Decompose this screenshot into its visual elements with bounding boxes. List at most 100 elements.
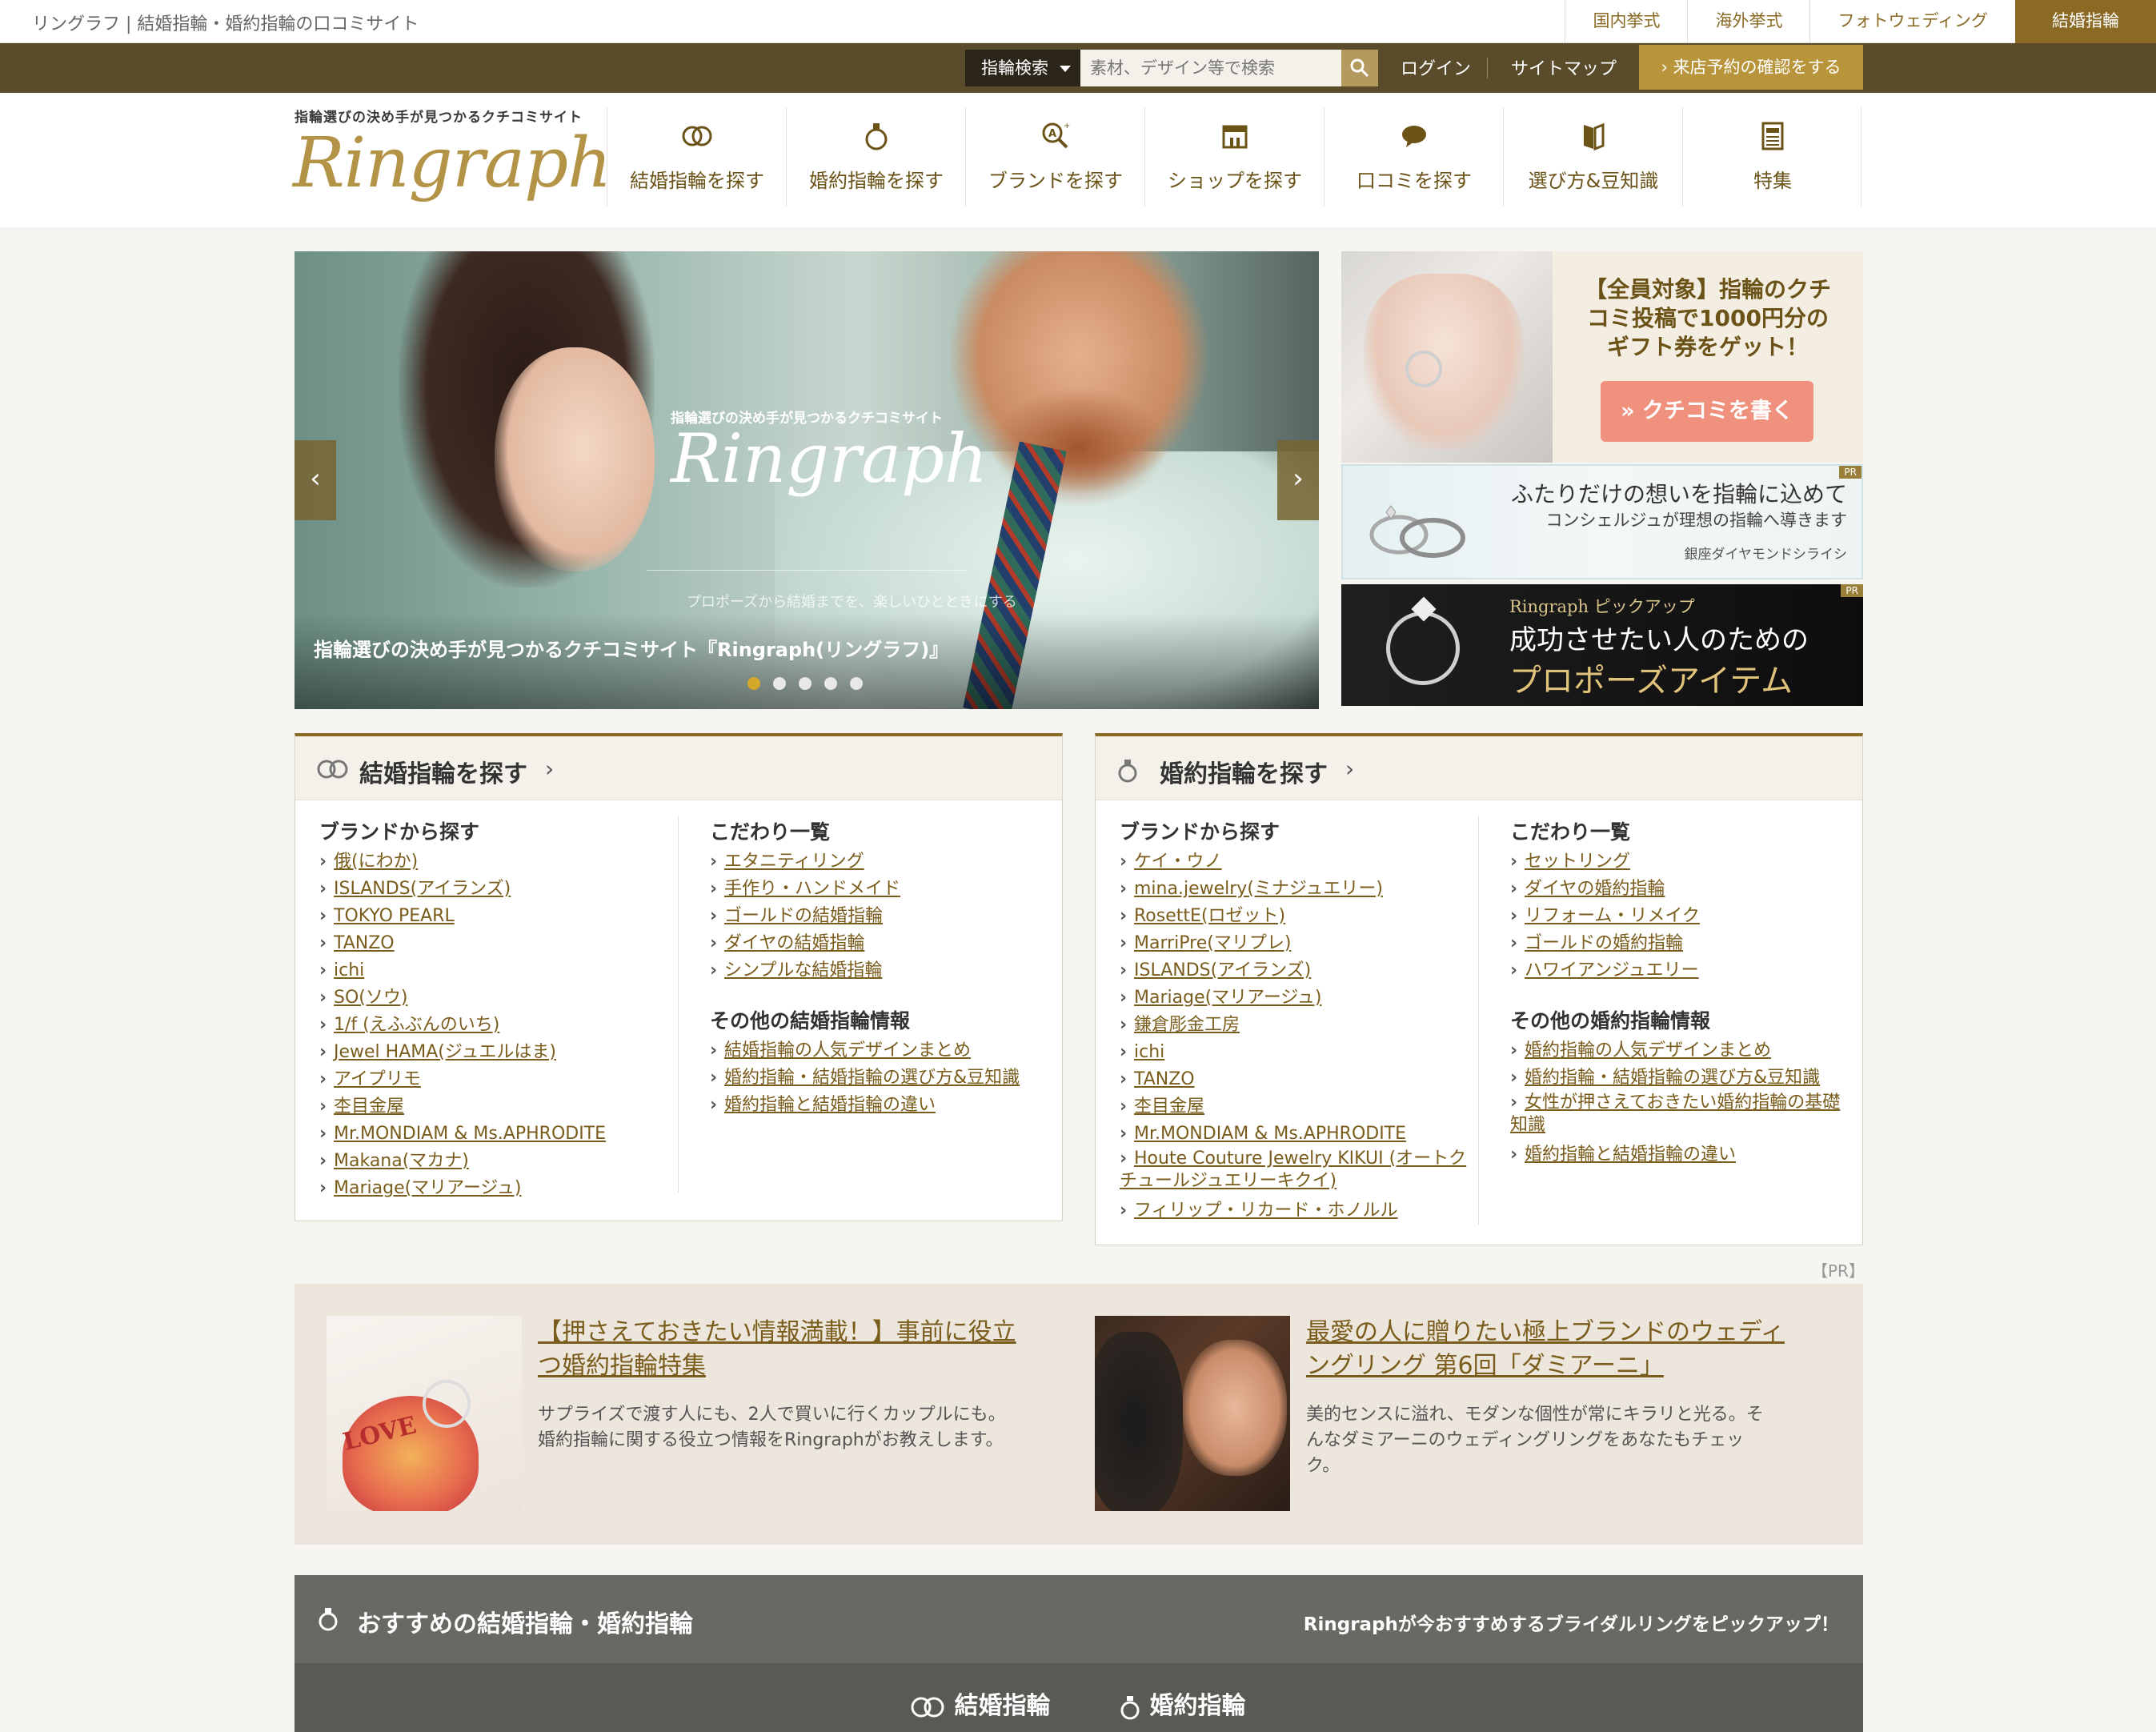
box-title: 婚約指輪を探す [1160, 760, 1328, 788]
nav-guide[interactable]: 選び方&豆知識 [1503, 107, 1682, 206]
login-link[interactable]: ログイン [1401, 54, 1471, 80]
toplink-domestic-wedding[interactable]: 国内挙式 [1565, 0, 1687, 43]
feature-title[interactable]: 最愛の人に贈りたい極上ブランドのウェディ ングリング 第6回「ダミアーニ」 [1306, 1316, 1834, 1383]
list-link[interactable]: SO(ソウ) [319, 984, 606, 1012]
list-link[interactable]: 手作り・ハンドメイド [710, 876, 1020, 903]
feature-title[interactable]: 【押さえておきたい情報満載！】事前に役立 つ婚約指輪特集 [538, 1316, 1066, 1383]
title-line: 最愛の人に贈りたい極上ブランドのウェディ [1306, 1318, 1785, 1346]
feature-image-love-heart[interactable]: LOVE [327, 1316, 522, 1511]
list-link[interactable]: TOKYO PEARL [319, 903, 606, 930]
title-line: ングリング 第6回「ダミアーニ」 [1306, 1352, 1664, 1380]
nav-brands[interactable]: A + ブランドを探す [965, 107, 1144, 206]
list-link[interactable]: 婚約指輪と結婚指輪の違い [710, 1092, 1020, 1119]
box-header[interactable]: 結婚指輪を探す › [295, 736, 1062, 800]
slider-dot[interactable] [747, 677, 760, 690]
nav-engagement-rings[interactable]: 婚約指輪を探す [786, 107, 965, 206]
list-link[interactable]: ISLANDS(アイランズ) [1120, 957, 1472, 984]
desc-line: サプライズで渡す人にも、2人で買いに行くカップルにも。 [538, 1405, 1006, 1425]
sitemap-link[interactable]: サイトマップ [1511, 54, 1617, 80]
wedding-ring-search-box: 結婚指輪を探す › ブランドから探す 俄(にわか)ISLANDS(アイランズ)T… [295, 733, 1063, 1221]
slider-dot[interactable] [824, 677, 837, 690]
wedding-rings-icon [911, 1697, 944, 1717]
slider-dot[interactable] [799, 677, 812, 690]
list-link[interactable]: 杢目金屋 [1120, 1093, 1472, 1121]
hero-slider[interactable]: 指輪選びの決め手が見つかるクチコミサイト Ringraph プロポーズから結婚ま… [295, 251, 1319, 709]
list-link[interactable]: ダイヤの婚約指輪 [1510, 876, 1846, 903]
pr-badge: PR [1839, 466, 1861, 479]
toplink-overseas-wedding[interactable]: 海外挙式 [1687, 0, 1809, 43]
desc-line: んなダミアーニのウェディングリングをあなたもチェッ [1306, 1430, 1745, 1450]
list-link[interactable]: Jewel HAMA(ジュエルはま) [319, 1039, 606, 1066]
search-input[interactable] [1080, 50, 1341, 86]
tab-engagement-rings[interactable]: 婚約指輪 [1119, 1686, 1245, 1721]
write-review-button[interactable]: » クチコミを書く [1601, 381, 1813, 442]
nav-wedding-rings[interactable]: 結婚指輪を探す [607, 107, 786, 206]
list-link[interactable]: ichi [319, 957, 606, 984]
list-link[interactable]: 1/f (えふぶんのいち) [319, 1012, 606, 1039]
list-link[interactable]: Mr.MONDIAM & Ms.APHRODITE [1120, 1121, 1472, 1148]
list-link[interactable]: TANZO [319, 930, 606, 957]
brand-column: ブランドから探す 俄(にわか)ISLANDS(アイランズ)TOKYO PEARL… [319, 816, 606, 1202]
propose-banner-tag: Ringraph ピックアップ [1509, 597, 1695, 616]
top-links: 国内挙式 海外挙式 フォトウェディング 結婚指輪 [1565, 0, 2156, 43]
toplink-photo-wedding[interactable]: フォトウェディング [1809, 0, 2015, 43]
slider-dot[interactable] [773, 677, 786, 690]
list-link[interactable]: 婚約指輪・結婚指輪の選び方&豆知識 [710, 1064, 1020, 1092]
nav-reviews[interactable]: 口コミを探す [1324, 107, 1503, 206]
list-link[interactable]: 結婚指輪の人気デザインまとめ [710, 1037, 1020, 1064]
list-link[interactable]: Mariage(マリアージュ) [319, 1175, 606, 1202]
list-link[interactable]: エタニティリング [710, 848, 1020, 876]
list-link[interactable]: ハワイアンジュエリー [1510, 957, 1846, 984]
feature-image-couple[interactable] [1095, 1316, 1290, 1511]
dropdown-caret-icon [1060, 66, 1071, 72]
list-link[interactable]: MarriPre(マリプレ) [1120, 930, 1472, 957]
site-title: リングラフ | 結婚指輪・婚約指輪の口コミサイト [32, 14, 419, 34]
kodawari-column: こだわり一覧 セットリングダイヤの婚約指輪リフォーム・リメイクゴールドの婚約指輪… [1510, 816, 1846, 1169]
column-title: その他の婚約指輪情報 [1510, 1009, 1711, 1032]
list-link[interactable]: Houte Couture Jewelry KIKUI (オートクチュールジュエ… [1120, 1148, 1472, 1197]
list-link[interactable]: 女性が押さえておきたい婚約指輪の基礎知識 [1510, 1092, 1846, 1141]
propose-item-banner[interactable]: Ringraph ピックアップ 成功させたい人のための プロポーズアイテム PR [1341, 584, 1863, 706]
ginza-diamond-banner[interactable]: ふたりだけの想いを指輪に込めて コンシェルジュが理想の指輪へ導きます 銀座ダイヤ… [1341, 464, 1863, 579]
list-link[interactable]: 婚約指輪の人気デザインまとめ [1510, 1037, 1846, 1064]
list-link[interactable]: シンプルな結婚指輪 [710, 957, 1020, 984]
propose-banner-line2: プロポーズアイテム [1509, 663, 1793, 700]
list-link[interactable]: Mariage(マリアージュ) [1120, 984, 1472, 1012]
list-link[interactable]: Mr.MONDIAM & Ms.APHRODITE [319, 1121, 606, 1148]
list-link[interactable]: ケイ・ウノ [1120, 848, 1472, 876]
list-link[interactable]: ダイヤの結婚指輪 [710, 930, 1020, 957]
box-header[interactable]: 婚約指輪を探す › [1096, 736, 1862, 800]
list-link[interactable]: 婚約指輪・結婚指輪の選び方&豆知識 [1510, 1064, 1846, 1092]
toplink-wedding-ring[interactable]: 結婚指輪 [2015, 0, 2156, 43]
list-link[interactable]: リフォーム・リメイク [1510, 903, 1846, 930]
list-link[interactable]: フィリップ・リカード・ホノルル [1120, 1197, 1472, 1225]
slider-next-button[interactable]: › [1277, 440, 1319, 520]
ringraph-logo[interactable]: Ringraph [293, 123, 612, 203]
list-link[interactable]: 鎌倉彫金工房 [1120, 1012, 1472, 1039]
review-campaign-banner[interactable]: 【全員対象】指輪のクチ コミ投稿で1000円分の ギフト券をゲット！ » クチコ… [1341, 251, 1863, 463]
box-title: 結婚指輪を探す [359, 760, 527, 788]
slider-dot[interactable] [850, 677, 863, 690]
list-link[interactable]: mina.jewelry(ミナジュエリー) [1120, 876, 1472, 903]
list-link[interactable]: RosettE(ロゼット) [1120, 903, 1472, 930]
nav-features[interactable]: 特集 [1682, 107, 1861, 206]
list-link[interactable]: Makana(マカナ) [319, 1148, 606, 1175]
tab-wedding-rings[interactable]: 結婚指輪 [909, 1686, 1050, 1721]
list-link[interactable]: ゴールドの結婚指輪 [710, 903, 1020, 930]
list-link[interactable]: セットリング [1510, 848, 1846, 876]
slider-prev-button[interactable]: ‹ [295, 440, 336, 520]
list-link[interactable]: アイプリモ [319, 1066, 606, 1093]
list-link[interactable]: ゴールドの婚約指輪 [1510, 930, 1846, 957]
list-link[interactable]: ISLANDS(アイランズ) [319, 876, 606, 903]
search-button[interactable] [1341, 50, 1378, 86]
list-link[interactable]: ichi [1120, 1039, 1472, 1066]
reservation-check-button[interactable]: › 来店予約の確認をする [1639, 45, 1863, 90]
slider-dots [747, 677, 863, 690]
list-link[interactable]: TANZO [1120, 1066, 1472, 1093]
search-category-select[interactable]: 指輪検索 [965, 50, 1080, 86]
list-link[interactable]: 俄(にわか) [319, 848, 606, 876]
list-link[interactable]: 婚約指輪と結婚指輪の違い [1510, 1141, 1846, 1169]
nav-shops[interactable]: ショップを探す [1144, 107, 1324, 206]
ginza-banner-main: ふたりだけの想いを指輪に込めて [1510, 481, 1847, 507]
list-link[interactable]: 杢目金屋 [319, 1093, 606, 1121]
